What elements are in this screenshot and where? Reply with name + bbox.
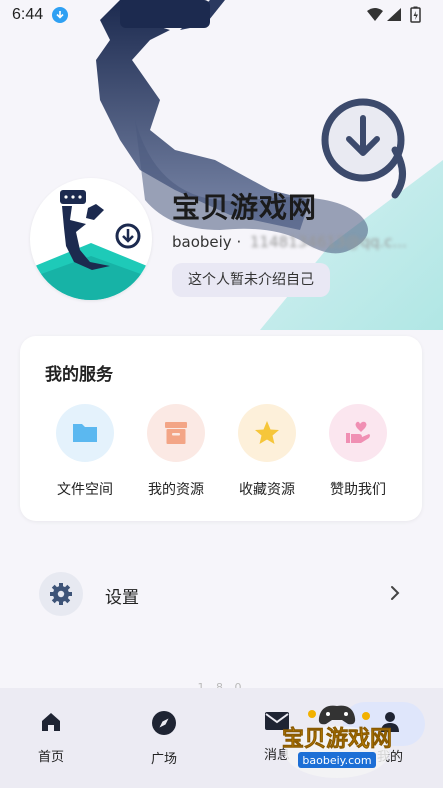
- tab-label: 首页: [37, 750, 64, 765]
- profile-bio-chip[interactable]: 这个人暂未介绍自己: [172, 263, 330, 297]
- avatar[interactable]: [30, 178, 152, 300]
- tab-square[interactable]: 广场: [129, 710, 199, 767]
- watermark-url: baobeiy.com: [302, 754, 371, 767]
- avatar-logo: [30, 190, 152, 300]
- service-file-space[interactable]: 文件空间: [45, 404, 125, 499]
- settings-row[interactable]: 设置: [20, 566, 422, 622]
- service-my-resources[interactable]: 我的资源: [136, 404, 216, 499]
- home-icon: [16, 710, 86, 738]
- service-label: 我的资源: [148, 482, 204, 498]
- profile-name: 宝贝游戏网: [172, 191, 318, 224]
- settings-label: 设置: [105, 588, 139, 608]
- tab-home[interactable]: 首页: [16, 710, 86, 765]
- heart-hand-icon: [329, 404, 387, 462]
- service-label: 赞助我们: [330, 482, 386, 498]
- site-watermark: 宝贝游戏网 baobeiy.com: [262, 700, 412, 780]
- service-label: 文件空间: [57, 482, 113, 498]
- service-label: 收藏资源: [239, 482, 295, 498]
- service-favorites[interactable]: 收藏资源: [227, 404, 307, 499]
- star-icon: [238, 404, 296, 462]
- account-line: baobeiy · 1148134613@qq.c...: [172, 233, 407, 251]
- folder-icon: [56, 404, 114, 462]
- account-username: baobeiy ·: [172, 233, 242, 251]
- account-email-blurred: 1148134613@qq.c...: [250, 233, 407, 251]
- service-sponsor[interactable]: 赞助我们: [318, 404, 398, 499]
- archive-box-icon: [147, 404, 205, 462]
- compass-icon: [129, 710, 199, 740]
- services-card: 我的服务 文件空间 我的资源 收藏资源 赞助我们: [20, 336, 422, 521]
- watermark-title: 宝贝游戏网: [282, 726, 392, 752]
- services-title: 我的服务: [45, 365, 113, 385]
- gear-icon: [39, 572, 83, 616]
- watermark-logo: 宝贝游戏网 baobeiy.com: [282, 705, 392, 778]
- chevron-right-icon: [390, 585, 400, 605]
- tab-label: 广场: [150, 752, 177, 767]
